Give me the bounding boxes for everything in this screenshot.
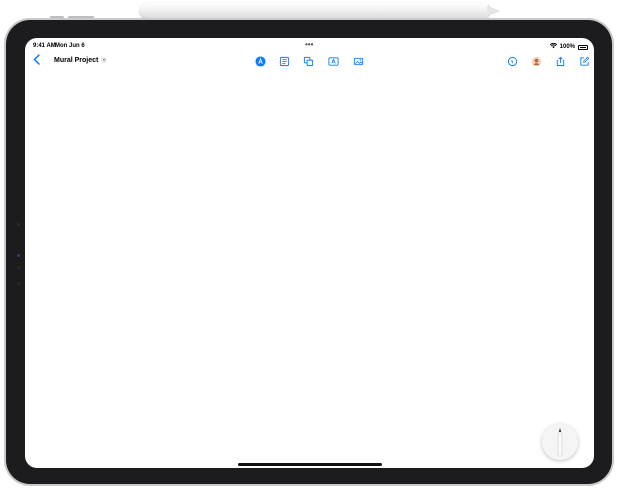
note-icon[interactable] <box>278 55 290 67</box>
text-box-icon[interactable] <box>327 55 339 67</box>
status-indicators: 100% <box>549 42 588 51</box>
title-menu-chevron-icon[interactable]: ▾ <box>101 57 107 63</box>
camera-lens <box>17 254 20 257</box>
pencil-icon <box>557 427 563 457</box>
board-canvas[interactable] <box>25 70 594 462</box>
board-title[interactable]: Mural Project <box>54 57 98 64</box>
undo-history-icon[interactable] <box>506 55 518 67</box>
apple-pencil <box>140 3 488 18</box>
battery-percent: 100% <box>559 44 575 50</box>
freeform-screen[interactable]: 9:41 AM Mon Jun 6 ••• 100% Mural Project… <box>25 38 594 468</box>
status-bar: 9:41 AM Mon Jun 6 ••• 100% <box>25 38 594 52</box>
collaborators-avatar-icon[interactable] <box>530 55 542 67</box>
markup-pen-icon[interactable] <box>254 55 266 67</box>
camera-dot <box>17 282 20 285</box>
battery-icon <box>578 44 588 50</box>
status-time: 9:41 AM <box>33 43 56 49</box>
home-indicator[interactable] <box>238 463 382 466</box>
share-icon[interactable] <box>554 55 566 67</box>
camera-dot <box>17 266 20 269</box>
apple-pencil-tip <box>487 6 499 16</box>
back-chevron-icon[interactable] <box>33 54 40 68</box>
shapes-icon[interactable] <box>302 55 314 67</box>
new-board-icon[interactable] <box>578 55 590 67</box>
wifi-icon <box>549 42 557 51</box>
multitasking-dots-icon[interactable]: ••• <box>305 40 313 49</box>
toolbar: Mural Project ▾ <box>25 52 594 70</box>
status-date: Mon Jun 6 <box>55 43 85 49</box>
media-icon[interactable] <box>352 55 364 67</box>
camera-dot <box>17 223 20 226</box>
pencil-tool-button[interactable] <box>542 424 578 460</box>
